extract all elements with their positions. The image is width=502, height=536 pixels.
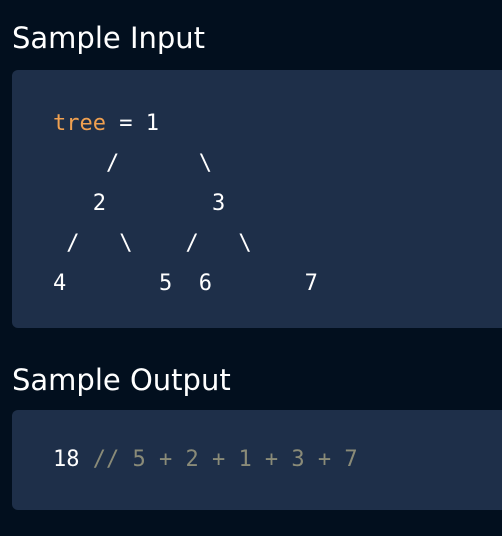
tree-line-level-1: 2 3 bbox=[53, 191, 226, 216]
tree-line-leaves: 4 5 6 7 bbox=[53, 271, 318, 296]
sample-output-code: 18 // 5 + 2 + 1 + 3 + 7 bbox=[53, 446, 358, 474]
tree-variable-name: tree bbox=[53, 111, 106, 136]
sample-output-heading: Sample Output bbox=[12, 363, 231, 397]
tree-line-level-1-branches: / \ / \ bbox=[53, 231, 252, 256]
sample-output-code-block: 18 // 5 + 2 + 1 + 3 + 7 bbox=[12, 410, 502, 510]
output-comment: // 5 + 2 + 1 + 3 + 7 bbox=[79, 447, 358, 472]
tree-assignment-root: = 1 bbox=[105, 111, 159, 136]
tree-line-root-branches: / \ bbox=[53, 151, 212, 176]
output-value: 18 bbox=[53, 447, 80, 472]
sample-input-code-block: tree = 1 / \ 2 3 / \ / \ 4 5 6 7 bbox=[12, 70, 502, 328]
sample-input-code: tree = 1 / \ 2 3 / \ / \ 4 5 6 7 bbox=[53, 104, 318, 304]
sample-input-heading: Sample Input bbox=[12, 21, 206, 55]
